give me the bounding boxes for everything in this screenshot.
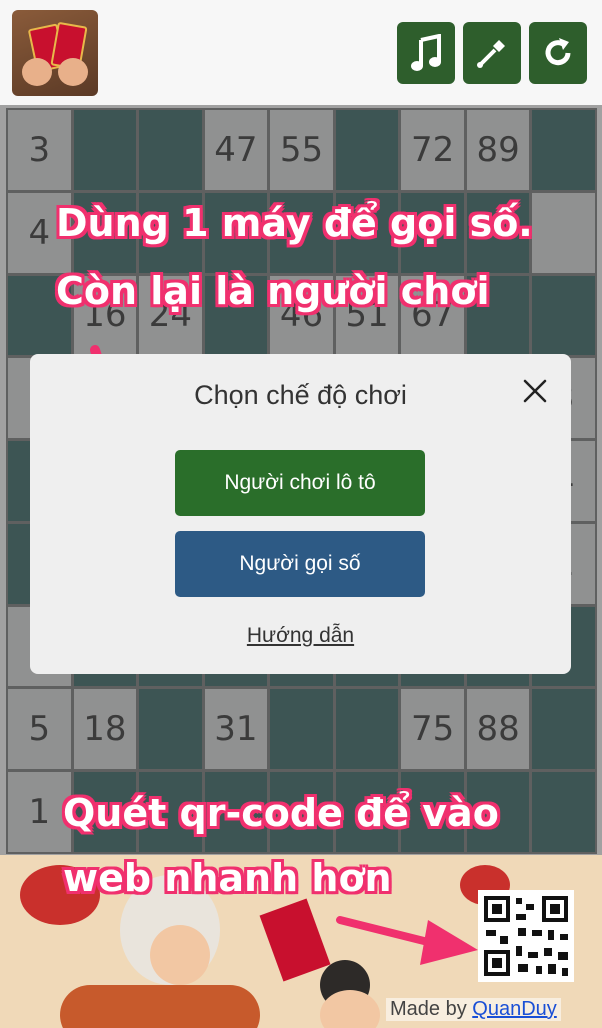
author-link[interactable]: QuanDuy (472, 998, 557, 1020)
mode-select-dialog: Chọn chế độ chơi Người chơi lô tô Người … (30, 354, 571, 674)
guide-link[interactable]: Hướng dẫn (30, 624, 571, 648)
caller-mode-button[interactable]: Người gọi số (175, 531, 425, 597)
close-button[interactable] (518, 374, 552, 408)
callout-bottom-line2: web nhanh hơn (63, 856, 392, 900)
dialog-title: Chọn chế độ chơi (194, 380, 407, 410)
qr-code (478, 890, 574, 982)
close-icon (523, 379, 547, 403)
callout-top-line1: Dùng 1 máy để gọi số. (56, 201, 533, 245)
player-mode-button[interactable]: Người chơi lô tô (175, 450, 425, 516)
made-by-credit: Made by QuanDuy (386, 998, 561, 1021)
callout-top-line2: Còn lại là người chơi (56, 269, 490, 313)
callout-bottom-line1: Quét qr-code để vào (63, 791, 499, 835)
arrow-to-qr-icon (336, 916, 478, 965)
made-by-label: Made by (390, 998, 473, 1020)
